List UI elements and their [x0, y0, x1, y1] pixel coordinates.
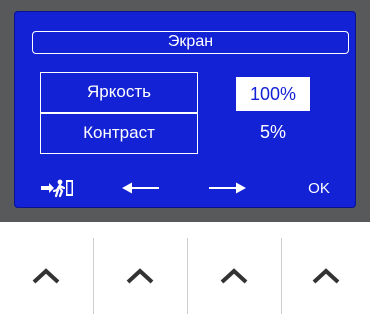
divider: [41, 112, 197, 114]
contrast-value[interactable]: 5%: [236, 117, 310, 147]
softkey-bar: OK: [14, 173, 356, 203]
contrast-label: Контраст: [83, 123, 155, 142]
keypad: [0, 230, 370, 321]
left-softkey[interactable]: [104, 173, 178, 203]
right-softkey[interactable]: [190, 173, 264, 203]
settings-labels: Яркость Контраст: [40, 72, 198, 154]
chevron-up-icon: [220, 267, 248, 283]
arrow-right-icon: [209, 182, 246, 194]
chevron-up-icon: [312, 267, 340, 283]
chevron-up-icon: [32, 267, 60, 283]
key-1-button[interactable]: [0, 230, 92, 321]
exit-run-icon: [41, 179, 73, 198]
screen-title: Экран: [32, 31, 349, 54]
key-4-button[interactable]: [282, 230, 370, 321]
brightness-label: Яркость: [87, 82, 151, 101]
exit-softkey[interactable]: [14, 173, 104, 203]
ok-softkey[interactable]: OK: [282, 173, 356, 203]
key-3-button[interactable]: [188, 230, 280, 321]
brightness-value[interactable]: 100%: [236, 77, 310, 111]
arrow-left-icon: [122, 182, 159, 194]
lcd-screen: Экран Яркость Контраст 100% 5% OK: [14, 11, 356, 208]
chevron-up-icon: [126, 267, 154, 283]
key-2-button[interactable]: [94, 230, 186, 321]
